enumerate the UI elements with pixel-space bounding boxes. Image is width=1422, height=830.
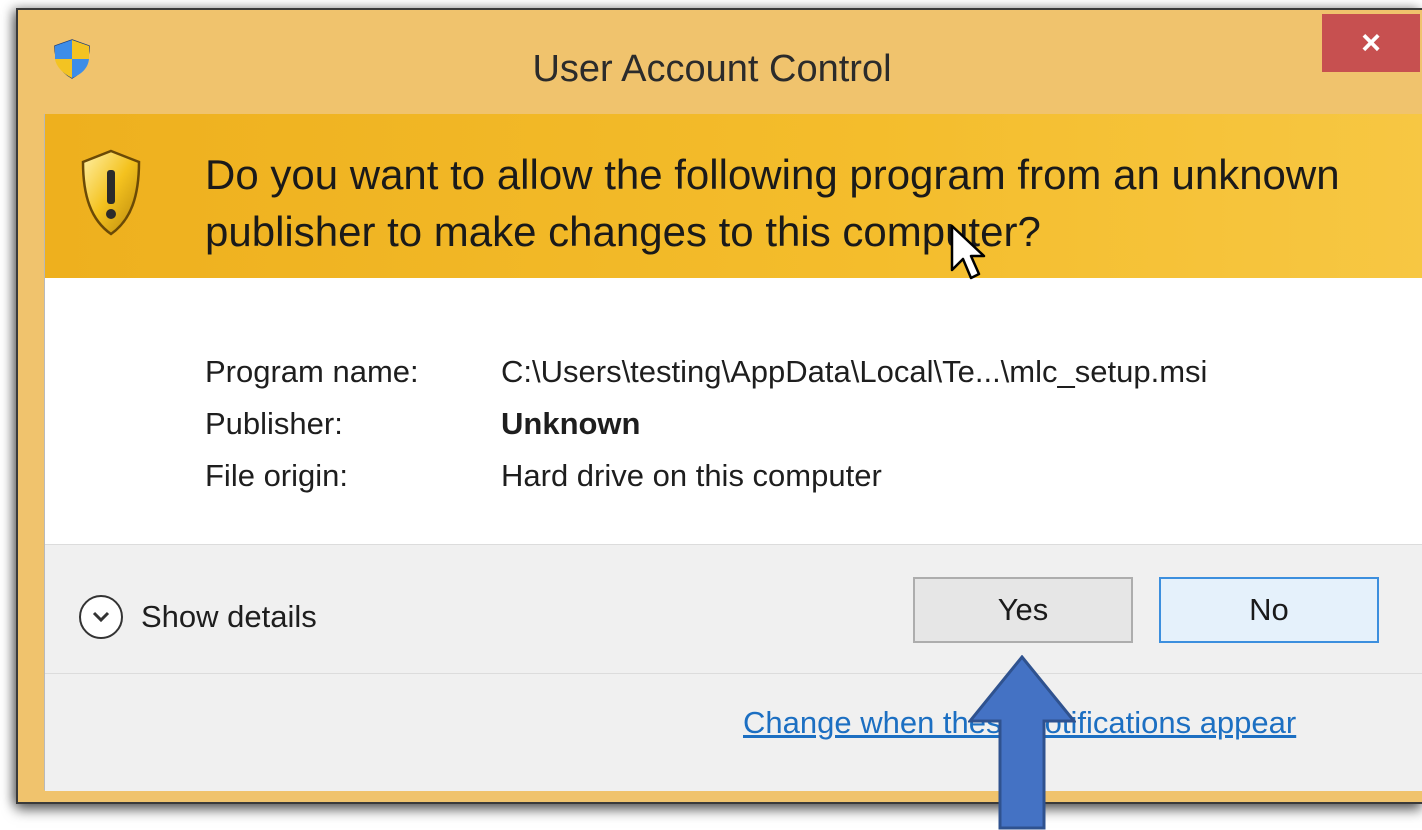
show-details-toggle[interactable]: Show details <box>79 595 317 639</box>
dialog-content: Do you want to allow the following progr… <box>44 114 1422 791</box>
program-name-label: Program name: <box>205 354 419 389</box>
file-origin-label: File origin: <box>205 458 348 493</box>
publisher-label: Publisher: <box>205 406 343 441</box>
info-row-file-origin: File origin: Hard drive on this computer <box>205 450 1207 502</box>
dialog-footer: Show details Yes No Change when these no… <box>45 544 1422 791</box>
show-details-label[interactable]: Show details <box>141 599 317 635</box>
title-bar[interactable]: User Account Control × <box>18 10 1422 116</box>
close-button[interactable]: × <box>1322 14 1420 72</box>
program-name-value: C:\Users\testing\AppData\Local\Te...\mlc… <box>501 354 1208 389</box>
info-row-publisher: Publisher: Unknown <box>205 398 1207 450</box>
publisher-value: Unknown <box>501 406 641 441</box>
warning-banner: Do you want to allow the following progr… <box>45 114 1422 278</box>
chevron-down-icon[interactable] <box>79 595 123 639</box>
footer-divider <box>45 673 1422 674</box>
warning-shield-icon <box>81 149 141 236</box>
window-title: User Account Control <box>532 48 892 90</box>
no-button[interactable]: No <box>1159 577 1379 643</box>
file-origin-value: Hard drive on this computer <box>501 458 882 493</box>
prompt-question: Do you want to allow the following progr… <box>205 151 1340 255</box>
info-row-program-name: Program name: C:\Users\testing\AppData\L… <box>205 346 1207 398</box>
blue-arrow-up-annotation <box>968 655 1076 830</box>
uac-dialog-window: User Account Control × Do you want to al… <box>16 8 1422 804</box>
program-info: Program name: C:\Users\testing\AppData\L… <box>205 346 1207 502</box>
yes-button[interactable]: Yes <box>913 577 1133 643</box>
mouse-pointer-icon <box>950 224 986 280</box>
